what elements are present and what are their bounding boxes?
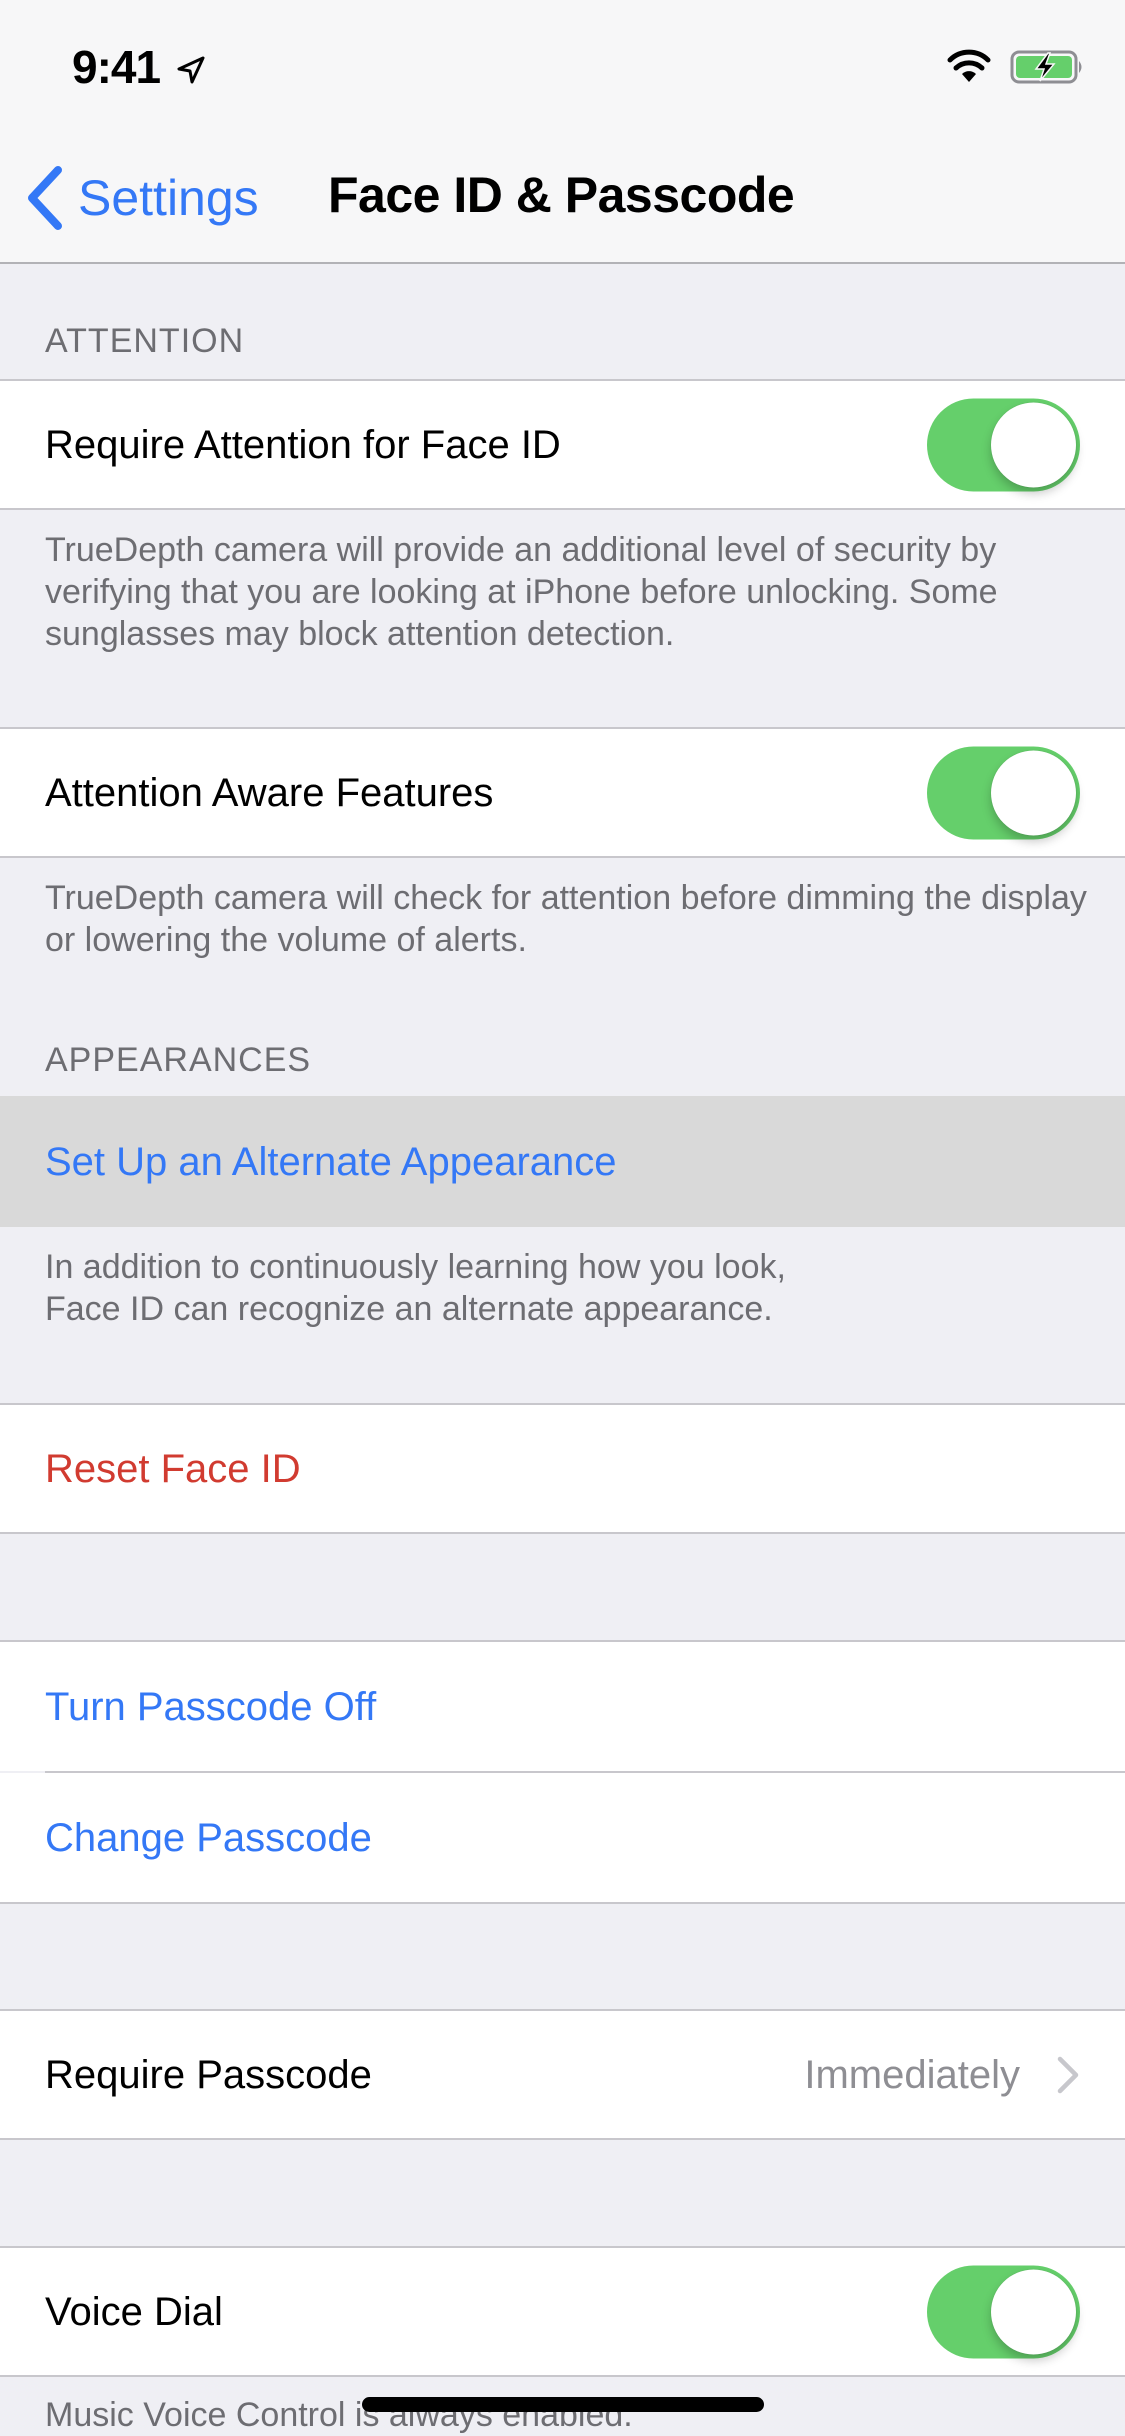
- attention-aware-footer: TrueDepth camera will check for attentio…: [45, 879, 1087, 959]
- back-label: Settings: [78, 170, 259, 226]
- toggle-knob: [991, 2269, 1076, 2354]
- status-time: 9:41: [72, 41, 161, 93]
- attention-aware-toggle[interactable]: [927, 746, 1080, 839]
- section-header-attention: ATTENTION: [45, 322, 245, 360]
- footer-line: Face ID can recognize an alternate appea…: [45, 1290, 773, 1328]
- location-arrow-icon: [177, 56, 205, 84]
- home-indicator[interactable]: [362, 2397, 764, 2412]
- require-attention-footer: TrueDepth camera will provide an additio…: [45, 531, 998, 653]
- navigation-bar: 9:41 Settings Face ID & Passcode: [0, 0, 1125, 264]
- row-label: Reset Face ID: [45, 1446, 301, 1491]
- wifi-icon: [947, 49, 991, 82]
- row-label: Change Passcode: [45, 1815, 372, 1860]
- turn-passcode-off-button[interactable]: Turn Passcode Off: [0, 1640, 1125, 1771]
- chevron-left-icon: [28, 166, 62, 230]
- toggle-knob: [991, 402, 1076, 487]
- row-label: Set Up an Alternate Appearance: [45, 1139, 617, 1184]
- section-header-appearances: APPEARANCES: [45, 1041, 312, 1079]
- row-voice-dial: Voice Dial: [0, 2246, 1125, 2377]
- row-label: Require Attention for Face ID: [45, 422, 561, 467]
- row-label: Turn Passcode Off: [45, 1684, 377, 1729]
- require-attention-toggle[interactable]: [927, 398, 1080, 491]
- row-label: Voice Dial: [45, 2289, 223, 2334]
- reset-face-id-button[interactable]: Reset Face ID: [0, 1403, 1125, 1534]
- row-attention-aware: Attention Aware Features: [0, 727, 1125, 858]
- row-label: Require Passcode: [45, 2052, 372, 2097]
- alternate-appearance-footer: In addition to continuously learning how…: [45, 1246, 1095, 1330]
- change-passcode-button[interactable]: Change Passcode: [0, 1773, 1125, 1904]
- row-require-attention: Require Attention for Face ID: [0, 379, 1125, 510]
- require-passcode-value: Immediately: [804, 2052, 1020, 2097]
- battery-charging-icon: [1010, 50, 1082, 84]
- voice-dial-toggle[interactable]: [927, 2265, 1080, 2358]
- chevron-right-icon: [1057, 2056, 1079, 2093]
- toggle-knob: [991, 750, 1076, 835]
- page-title: Face ID & Passcode: [328, 167, 795, 223]
- set-up-alternate-appearance-button[interactable]: Set Up an Alternate Appearance: [0, 1096, 1125, 1227]
- require-passcode-row[interactable]: Require Passcode Immediately: [0, 2009, 1125, 2140]
- row-label: Attention Aware Features: [45, 770, 494, 815]
- back-button[interactable]: Settings: [22, 160, 259, 236]
- footer-line: In addition to continuously learning how…: [45, 1248, 786, 1286]
